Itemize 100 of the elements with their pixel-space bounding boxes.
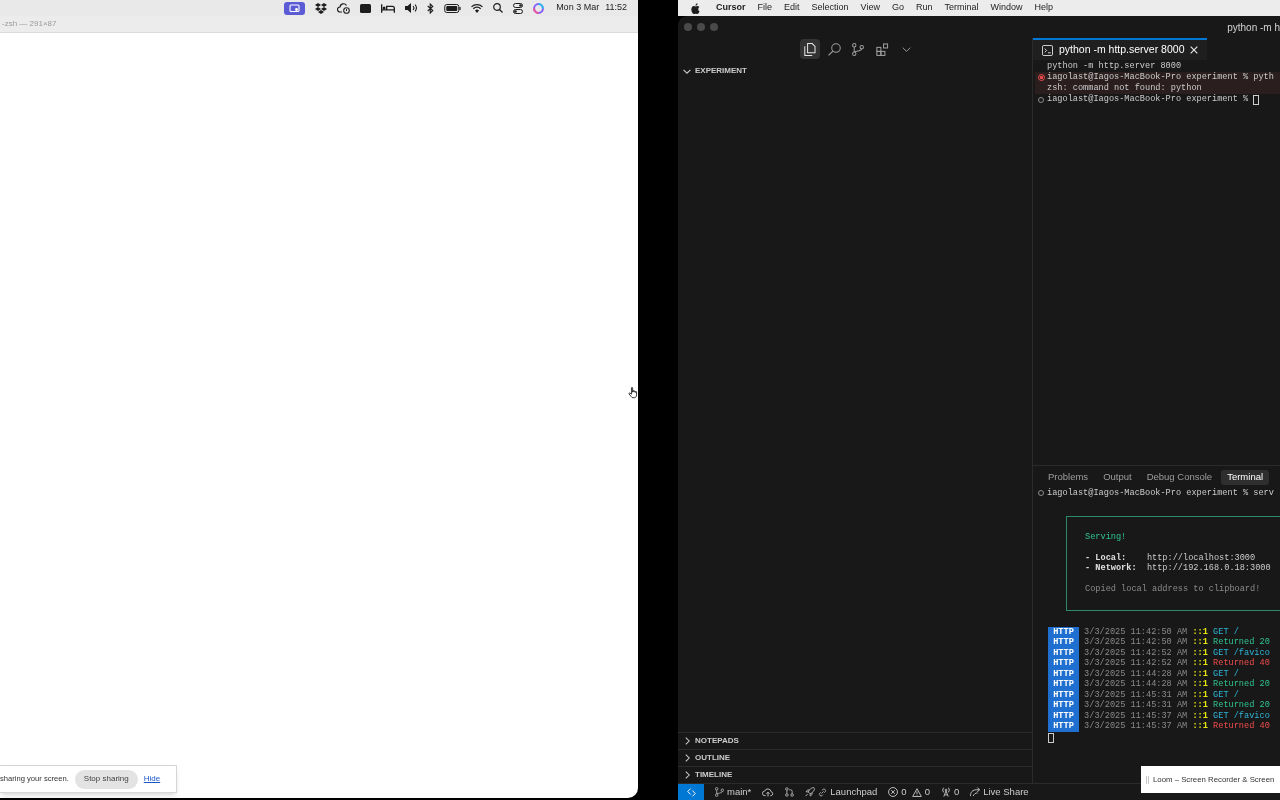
branch-button[interactable]: main* — [715, 784, 752, 800]
log-address: ::1 — [1192, 626, 1208, 637]
panel-tab[interactable]: Terminal — [1221, 470, 1270, 485]
log-time: 3/3/2025 11:44:28 AM — [1084, 668, 1188, 679]
log-address: ::1 — [1192, 679, 1208, 690]
http-tag: HTTP — [1048, 637, 1079, 648]
blocks-icon — [875, 42, 889, 56]
serve-url: http://localhost:3000 — [1146, 552, 1256, 563]
log-time: 3/3/2025 11:42:50 AM — [1084, 637, 1188, 648]
problems-button[interactable]: 0 0 — [888, 784, 930, 800]
http-tag: HTTP — [1048, 647, 1079, 658]
log-message: Returned 20 — [1213, 637, 1270, 648]
terminal-text: iagolast@Iagos-MacBook-Pro experiment % pyth — [1047, 72, 1274, 83]
cloud-icon[interactable] — [337, 2, 351, 14]
bed-icon[interactable] — [381, 3, 396, 13]
http-tag: HTTP — [1048, 626, 1079, 637]
section-header[interactable]: NOTEPADS — [678, 733, 1032, 749]
log-address: ::1 — [1192, 710, 1208, 721]
http-tag: HTTP — [1048, 668, 1079, 679]
menu-item[interactable]: Window — [990, 1, 1023, 15]
log-address: ::1 — [1192, 668, 1208, 679]
log-time: 3/3/2025 11:45:31 AM — [1084, 689, 1188, 700]
screen-share-icon[interactable] — [284, 1, 306, 15]
serve-note: Copied local address to clipboard! — [1085, 584, 1262, 595]
log-address: ::1 — [1192, 721, 1208, 732]
bluetooth-icon[interactable] — [427, 2, 435, 14]
http-tag: HTTP — [1048, 700, 1079, 711]
log-time: 3/3/2025 11:42:50 AM — [1084, 626, 1188, 637]
terminal-text: zsh: command not found: python — [1047, 83, 1202, 94]
terminal-text: iagolast@Iagos-MacBook-Pro experiment % serv — [1047, 488, 1274, 499]
panel-tab[interactable]: Problems — [1042, 470, 1095, 485]
menu-bar-date: Mon 3 Mar — [556, 1, 600, 15]
stop-sharing-button[interactable]: Stop sharing — [74, 769, 138, 789]
error-icon — [888, 787, 899, 797]
menu-item[interactable]: Terminal — [944, 1, 979, 15]
log-time: 3/3/2025 11:42:52 AM — [1084, 647, 1188, 658]
volume-icon[interactable] — [405, 3, 418, 13]
warning-icon — [911, 787, 922, 797]
ports-button[interactable]: 0 — [940, 784, 960, 800]
remote-button[interactable] — [678, 784, 704, 800]
compare-button[interactable] — [785, 784, 795, 800]
chevron-down-icon — [901, 46, 911, 52]
terminal-text: iagolast@Iagos-MacBook-Pro experiment % — [1047, 94, 1249, 105]
search-icon[interactable] — [493, 3, 504, 13]
section-header[interactable]: OUTLINE — [678, 750, 1032, 766]
menu-item[interactable]: View — [860, 1, 880, 15]
section-header[interactable]: TIMELINE — [678, 767, 1032, 783]
http-tag: HTTP — [1048, 658, 1079, 669]
menu-item[interactable]: Run — [915, 1, 933, 15]
branch-merge-icon — [785, 787, 795, 797]
panel-tab[interactable]: Debug Console — [1140, 470, 1219, 485]
serve-label: - Network: — [1085, 563, 1138, 574]
log-message: GET /favico — [1213, 710, 1270, 721]
log-address: ::1 — [1192, 637, 1208, 648]
http-tag: HTTP — [1048, 679, 1079, 690]
menu-item[interactable]: File — [757, 1, 773, 15]
hide-link[interactable]: Hide — [143, 773, 161, 785]
diamond-logo-icon[interactable] — [315, 2, 328, 14]
rectangle-icon[interactable] — [360, 3, 372, 13]
editor-tab[interactable]: python -m http.server 8000 — [1033, 38, 1208, 60]
log-message: Returned 40 — [1213, 721, 1270, 732]
battery-icon[interactable] — [444, 3, 462, 13]
log-message: GET /favico — [1213, 647, 1270, 658]
window-title: python -m h — [1227, 20, 1280, 35]
apple-icon[interactable] — [691, 2, 700, 14]
cloud-upload-icon — [762, 787, 775, 797]
live-share-button[interactable]: Live Share — [970, 784, 1029, 800]
section-header[interactable]: EXPERIMENT — [678, 60, 1032, 80]
log-time: 3/3/2025 11:44:28 AM — [1084, 679, 1188, 690]
close-icon — [1190, 46, 1199, 54]
log-address: ::1 — [1192, 647, 1208, 658]
color-ring-icon[interactable] — [533, 2, 545, 14]
app-menu[interactable]: Cursor — [716, 1, 746, 15]
log-message: GET / — [1213, 668, 1239, 679]
menu-item[interactable]: Help — [1034, 1, 1053, 15]
log-address: ::1 — [1192, 689, 1208, 700]
wifi-icon[interactable] — [471, 3, 484, 13]
http-tag: HTTP — [1048, 721, 1079, 732]
branch-icon — [715, 787, 724, 797]
angle-brackets-icon — [686, 787, 696, 797]
terminal-icon — [1042, 44, 1053, 56]
serve-status: Serving! — [1085, 531, 1128, 542]
toggles-icon[interactable] — [513, 2, 524, 14]
log-time: 3/3/2025 11:45:37 AM — [1084, 721, 1188, 732]
log-address: ::1 — [1192, 700, 1208, 711]
menu-item[interactable]: Selection — [811, 1, 849, 15]
antenna-icon — [940, 787, 951, 797]
panel-tab[interactable]: Output — [1097, 470, 1138, 485]
log-address: ::1 — [1192, 658, 1208, 669]
menu-item[interactable]: Edit — [784, 1, 800, 15]
serve-label: - Local: — [1085, 552, 1128, 563]
search-icon — [827, 42, 841, 56]
http-tag: HTTP — [1048, 689, 1079, 700]
launchpad-button[interactable]: Launchpad — [805, 784, 878, 800]
log-time: 3/3/2025 11:42:52 AM — [1084, 658, 1188, 669]
chevron-right-icon — [684, 737, 690, 745]
log-time: 3/3/2025 11:45:37 AM — [1084, 710, 1188, 721]
explorer-tab[interactable] — [800, 39, 820, 59]
terminal-text: python -m http.server 8000 — [1047, 61, 1182, 72]
menu-item[interactable]: Go — [891, 1, 904, 15]
